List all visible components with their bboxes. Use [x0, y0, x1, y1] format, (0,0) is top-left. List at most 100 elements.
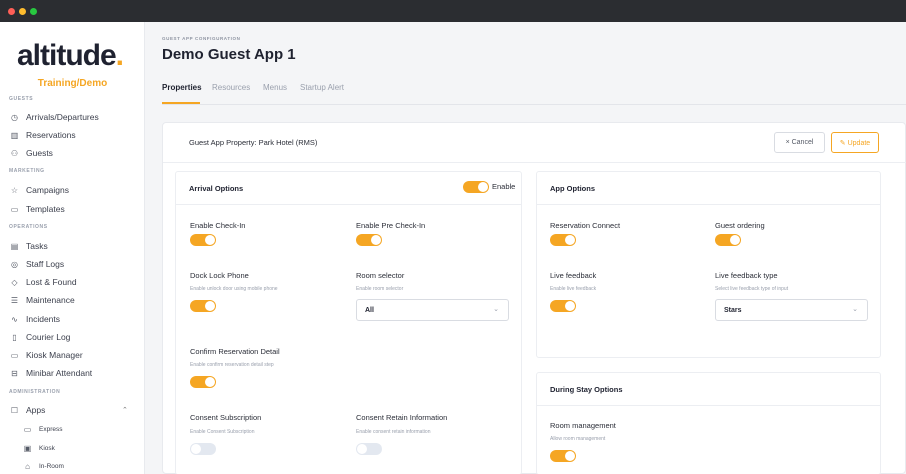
close-window-button[interactable]	[8, 8, 15, 15]
tasks-icon: ▤	[10, 241, 19, 251]
section-guests: GUESTS	[9, 96, 34, 102]
section-marketing: MARKETING	[9, 168, 45, 174]
sidebar-item-label: In-Room	[39, 462, 64, 470]
folder-icon: ▭	[10, 204, 19, 214]
live-feedback-label: Live feedback	[550, 271, 597, 280]
guest-ordering-toggle[interactable]	[715, 234, 741, 246]
sidebar-item-guests[interactable]: ⚇ Guests	[9, 146, 53, 160]
star-icon: ☆	[10, 185, 19, 195]
live-feedback-toggle[interactable]	[550, 300, 576, 312]
zoom-window-button[interactable]	[30, 8, 37, 15]
tab-menus[interactable]: Menus	[263, 83, 287, 92]
dock-lock-label: Dock Lock Phone	[190, 271, 249, 280]
toggle-knob	[357, 444, 367, 454]
sidebar-item-label: Incidents	[26, 314, 61, 324]
toggle-knob	[205, 235, 215, 245]
sidebar-item-kiosk-manager[interactable]: ▭ Kiosk Manager	[9, 348, 83, 362]
logo-text: altitude	[17, 39, 117, 72]
toggle-knob	[565, 451, 575, 461]
sidebar-item-label: Campaigns	[26, 185, 69, 195]
toggle-knob	[205, 301, 215, 311]
sidebar-item-arrivals[interactable]: ◷ Arrivals/Departures	[9, 110, 99, 124]
sidebar-item-templates[interactable]: ▭ Templates	[9, 202, 65, 216]
tablet-icon: ▯	[12, 332, 17, 342]
sidebar-item-label: Tasks	[26, 241, 48, 251]
sidebar-item-incidents[interactable]: ∿ Incidents	[9, 312, 60, 326]
sidebar-item-tasks[interactable]: ▤ Tasks	[9, 239, 48, 253]
toggle-knob	[565, 301, 575, 311]
app-options-card: App Options Reservation Connect Guest or…	[536, 171, 881, 358]
sidebar-item-label: Kiosk	[39, 444, 55, 452]
sidebar-item-label: Lost & Found	[26, 277, 77, 287]
section-administration: ADMINISTRATION	[9, 389, 61, 395]
fridge-icon: ⊟	[11, 368, 18, 378]
during-stay-options-card: During Stay Options Room management Allo…	[536, 372, 881, 474]
app-options-title: App Options	[550, 184, 595, 193]
sidebar-item-campaigns[interactable]: ☆ Campaigns	[9, 183, 69, 197]
arrival-options-title: Arrival Options	[189, 184, 244, 193]
tab-properties[interactable]: Properties	[162, 83, 202, 92]
reservation-connect-toggle[interactable]	[550, 234, 576, 246]
properties-panel: Guest App Property: Park Hotel (RMS) × C…	[162, 122, 906, 474]
room-management-toggle[interactable]	[550, 450, 576, 462]
pulse-icon: ∿	[11, 314, 18, 324]
sidebar-item-label: Apps	[26, 405, 46, 415]
tab-resources[interactable]: Resources	[212, 83, 250, 92]
sidebar-item-label: Guests	[26, 148, 53, 158]
toggle-knob	[565, 235, 575, 245]
page-title: Demo Guest App 1	[162, 46, 296, 63]
sidebar-item-label: Courier Log	[26, 332, 71, 342]
sidebar-item-courier-log[interactable]: ▯ Courier Log	[9, 330, 70, 344]
sidebar-item-maintenance[interactable]: ☰ Maintenance	[9, 293, 75, 307]
sidebar-item-lost-found[interactable]: ◇ Lost & Found	[9, 275, 77, 289]
tab-startup-alert[interactable]: Startup Alert	[300, 83, 344, 92]
sidebar: altitude. Training/Demo GUESTS ◷ Arrivals…	[0, 22, 145, 474]
consent-subscription-help: Enable Consent Subscription	[190, 429, 255, 435]
chevron-up-icon[interactable]: ⌃	[122, 406, 128, 414]
sidebar-item-label: Arrivals/Departures	[26, 112, 99, 122]
arrival-options-card: Arrival Options Enable Enable Check-In E…	[175, 171, 522, 474]
monitor-icon: ▭	[10, 350, 19, 360]
property-label: Guest App Property: Park Hotel (RMS)	[189, 138, 318, 147]
pre-check-in-label: Enable Pre Check-In	[356, 221, 426, 230]
sidebar-item-staff-logs[interactable]: ◎ Staff Logs	[9, 257, 64, 271]
room-selector-select[interactable]: All ⌄	[356, 299, 509, 321]
toggle-knob	[191, 444, 201, 454]
sidebar-item-label: Kiosk Manager	[26, 350, 83, 360]
toggle-knob	[371, 235, 381, 245]
sidebar-item-express[interactable]: ▭ Express	[22, 422, 63, 436]
during-stay-options-title: During Stay Options	[550, 385, 623, 394]
confirm-reservation-help: Enable confirm reservation detail step	[190, 362, 274, 368]
sidebar-item-apps[interactable]: ☐ Apps ⌃	[9, 403, 128, 417]
sidebar-item-label: Express	[39, 425, 63, 433]
chevron-down-icon: ⌄	[852, 306, 858, 313]
update-button[interactable]: ✎ Update	[831, 132, 879, 153]
consent-retain-help: Enable consent retain information	[356, 429, 431, 435]
window-titlebar	[0, 0, 906, 22]
altitude-logo[interactable]: altitude.	[17, 39, 124, 73]
room-selector-label: Room selector	[356, 271, 405, 280]
consent-retain-toggle[interactable]	[356, 443, 382, 455]
check-in-toggle[interactable]	[190, 234, 216, 246]
minimize-window-button[interactable]	[19, 8, 26, 15]
tag-icon: ◇	[11, 277, 18, 287]
consent-subscription-toggle[interactable]	[190, 443, 216, 455]
pre-check-in-toggle[interactable]	[356, 234, 382, 246]
sidebar-item-kiosk[interactable]: ▣ Kiosk	[22, 441, 55, 455]
consent-retain-label: Consent Retain Information	[356, 413, 448, 422]
users-icon: ⚇	[10, 148, 19, 158]
chevron-down-icon: ⌄	[493, 306, 499, 313]
sidebar-item-label: Templates	[26, 204, 65, 214]
dock-lock-toggle[interactable]	[190, 300, 216, 312]
live-feedback-type-select[interactable]: Stars ⌄	[715, 299, 868, 321]
sidebar-item-minibar[interactable]: ⊟ Minibar Attendant	[9, 366, 92, 380]
confirm-reservation-toggle[interactable]	[190, 376, 216, 388]
clock-icon: ◷	[11, 112, 18, 122]
room-management-label: Room management	[550, 421, 616, 430]
cancel-button[interactable]: × Cancel	[774, 132, 825, 153]
live-feedback-help: Enable live feedback	[550, 286, 597, 292]
sidebar-item-in-room[interactable]: ⌂ In-Room	[22, 459, 64, 473]
arrival-enable-toggle[interactable]	[463, 181, 489, 193]
panel-header: Guest App Property: Park Hotel (RMS) × C…	[163, 123, 906, 163]
sidebar-item-reservations[interactable]: ▥ Reservations	[9, 128, 76, 142]
